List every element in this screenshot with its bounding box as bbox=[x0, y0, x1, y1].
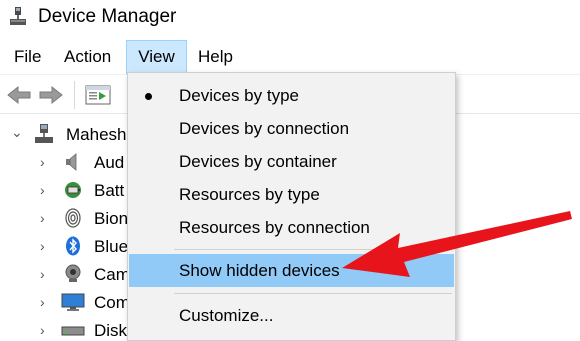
tree-item-label: Aud bbox=[94, 153, 125, 172]
tree-root-label: Mahesh bbox=[66, 125, 127, 144]
speaker-icon bbox=[66, 153, 77, 171]
tree-item-label: Bion bbox=[94, 209, 129, 228]
tree-item-label: Batt bbox=[94, 181, 125, 200]
bluetooth-icon bbox=[66, 236, 80, 256]
menu-item-label: Devices by type bbox=[179, 86, 299, 105]
menu-view[interactable]: View bbox=[126, 40, 187, 74]
chevron-right-icon[interactable]: › bbox=[40, 267, 52, 281]
radio-bullet-icon bbox=[145, 93, 152, 100]
menu-item-label: Show hidden devices bbox=[179, 261, 340, 280]
chevron-right-icon[interactable]: › bbox=[40, 239, 52, 253]
menu-action[interactable]: Action bbox=[57, 40, 118, 74]
tree-item-label: Com bbox=[94, 293, 130, 312]
properties-icon[interactable] bbox=[84, 83, 112, 107]
monitor-icon bbox=[61, 293, 85, 311]
menu-item-label: Devices by connection bbox=[179, 119, 350, 138]
chevron-right-icon[interactable]: › bbox=[40, 183, 52, 197]
menu-item-label: Devices by container bbox=[179, 152, 337, 171]
tree-item-label: Cam bbox=[94, 265, 130, 284]
battery-icon bbox=[65, 182, 81, 198]
chevron-right-icon[interactable]: › bbox=[40, 155, 52, 169]
tree-item-label: Blue bbox=[94, 237, 129, 256]
toolbar-separator bbox=[74, 81, 75, 109]
menu-file[interactable]: File bbox=[7, 40, 48, 74]
chevron-right-icon[interactable]: › bbox=[40, 295, 52, 309]
menu-item-label: Customize... bbox=[179, 306, 274, 325]
menu-item-devices-by-type[interactable]: Devices by type bbox=[129, 79, 454, 112]
menu-item-devices-by-container[interactable]: Devices by container bbox=[129, 145, 454, 178]
menu-item-customize[interactable]: Customize... bbox=[129, 299, 454, 332]
tree-item-label: Disk bbox=[94, 321, 128, 340]
forward-arrow-icon[interactable] bbox=[38, 83, 64, 107]
back-arrow-icon[interactable] bbox=[6, 83, 32, 107]
chevron-down-icon[interactable]: ⌄ bbox=[11, 125, 23, 139]
annotation-arrow-icon bbox=[342, 211, 572, 277]
computer-icon bbox=[35, 124, 53, 143]
menu-item-devices-by-connection[interactable]: Devices by connection bbox=[129, 112, 454, 145]
fingerprint-icon bbox=[65, 208, 81, 228]
title-bar: Device Manager bbox=[0, 0, 580, 40]
menu-help[interactable]: Help bbox=[191, 40, 240, 74]
chevron-right-icon[interactable]: › bbox=[40, 211, 52, 225]
chevron-right-icon[interactable]: › bbox=[40, 323, 52, 337]
window-title: Device Manager bbox=[38, 6, 177, 27]
disk-drive-icon bbox=[61, 326, 85, 336]
device-manager-icon bbox=[10, 7, 26, 25]
menu-bar: File Action View Help bbox=[0, 40, 580, 74]
camera-icon bbox=[65, 264, 81, 282]
menu-item-label: Resources by type bbox=[179, 185, 320, 204]
